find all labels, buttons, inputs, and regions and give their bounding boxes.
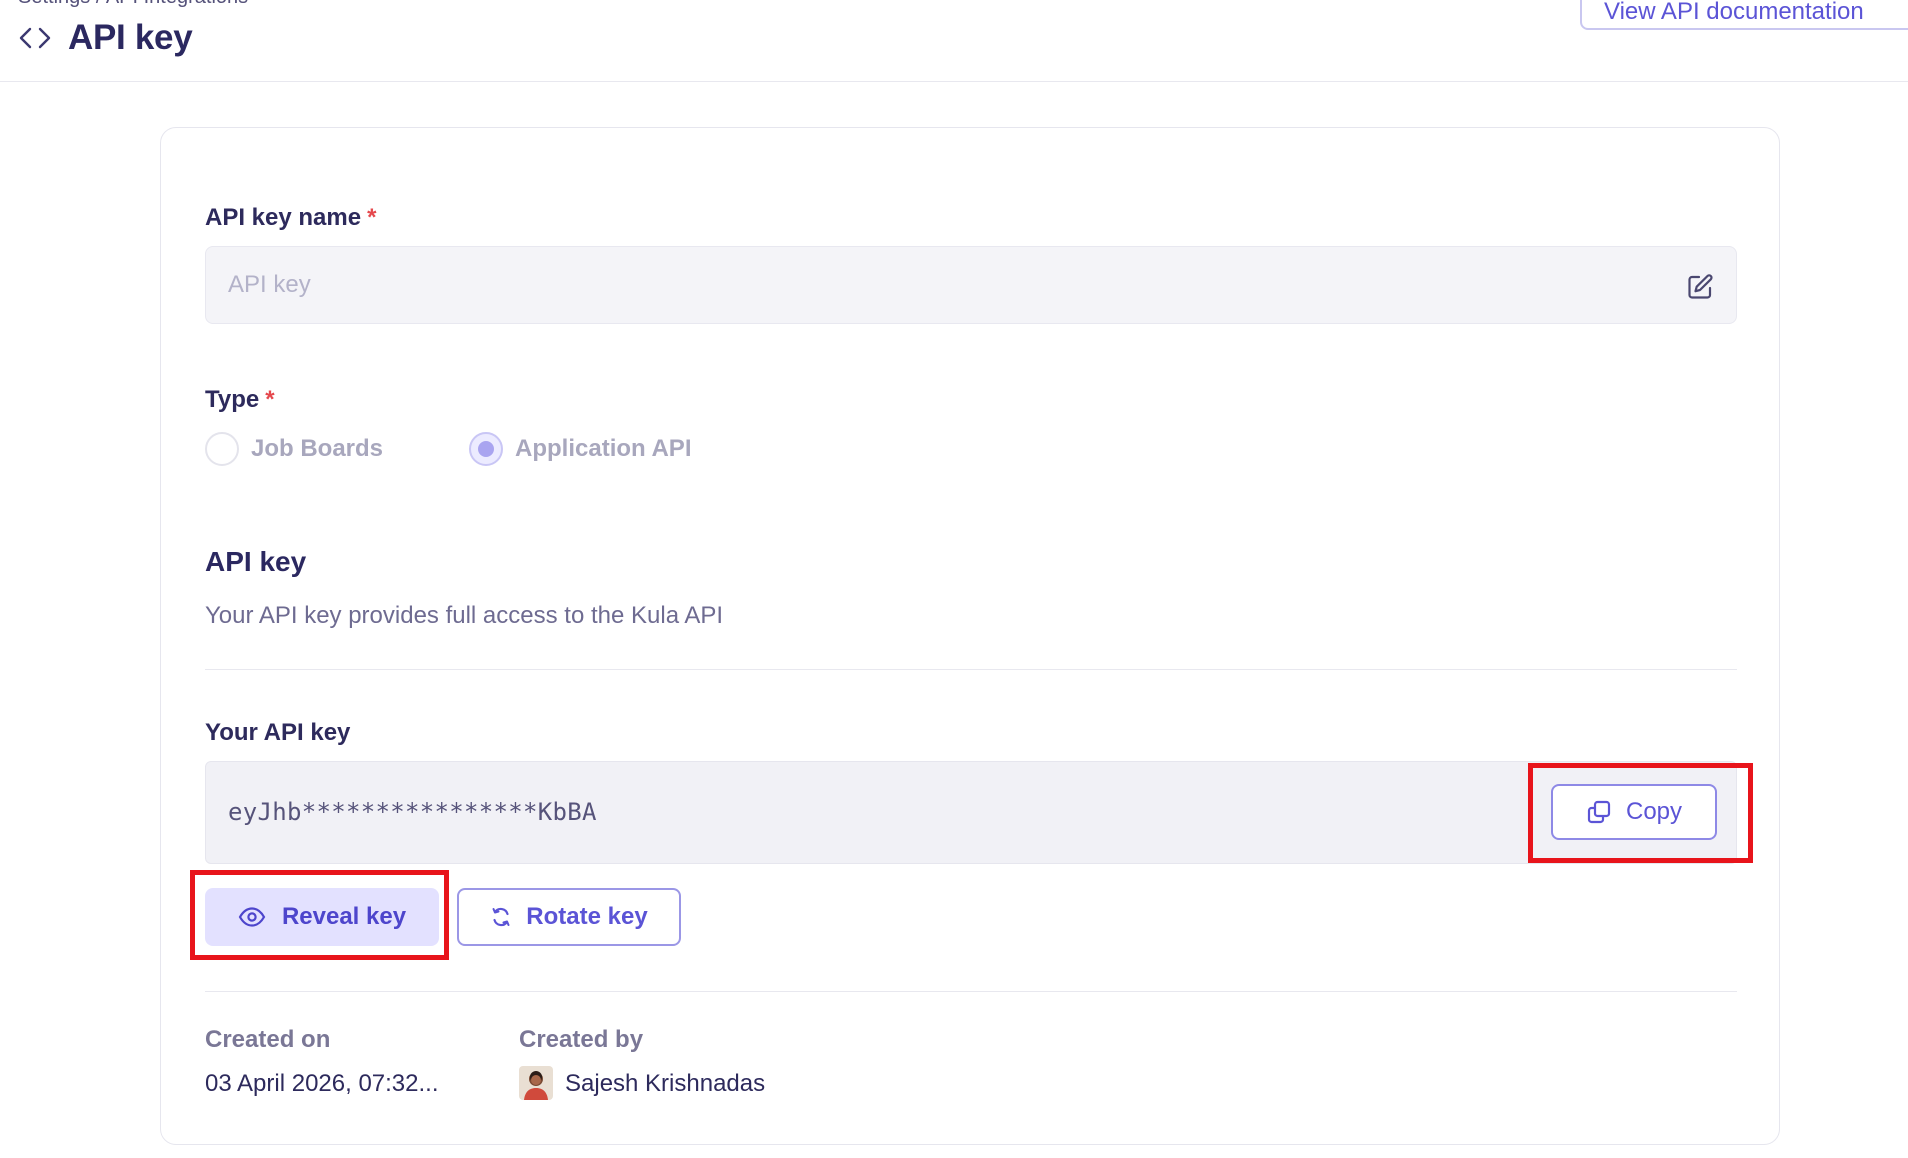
created-by-label: Created by — [519, 1026, 643, 1054]
api-key-name-field[interactable] — [205, 246, 1737, 324]
radio-label: Application API — [515, 435, 691, 463]
api-key-card: API key name* Type* Job Boards Applicati… — [160, 127, 1780, 1145]
view-api-documentation-button[interactable]: View API documentation — [1580, 0, 1908, 30]
highlight-reveal-key-button — [190, 870, 449, 960]
section-title: API key — [205, 546, 306, 578]
api-key-display: eyJhb****************KbBA Copy — [205, 761, 1737, 864]
created-on-value: 03 April 2026, 07:32... — [205, 1070, 439, 1098]
radio-label: Job Boards — [251, 435, 383, 463]
page-title: API key — [68, 18, 192, 58]
radio-application-api[interactable] — [469, 432, 503, 466]
highlight-copy-button — [1528, 763, 1753, 863]
type-label: Type* — [205, 386, 275, 414]
your-api-key-label: Your API key — [205, 719, 350, 747]
rotate-key-button[interactable]: Rotate key — [457, 888, 681, 946]
radio-option-application-api[interactable]: Application API — [469, 432, 691, 466]
type-label-text: Type — [205, 386, 259, 413]
required-asterisk: * — [367, 204, 376, 231]
page-header: API key — [18, 18, 192, 58]
api-key-name-input[interactable] — [206, 247, 1606, 323]
edit-icon[interactable] — [1686, 273, 1714, 301]
masked-api-key: eyJhb****************KbBA — [228, 798, 597, 826]
divider — [205, 991, 1737, 992]
section-description: Your API key provides full access to the… — [205, 602, 723, 630]
radio-job-boards[interactable] — [205, 432, 239, 466]
divider — [205, 669, 1737, 670]
api-key-name-label: API key name* — [205, 204, 376, 232]
breadcrumb[interactable]: Settings / API Integrations — [18, 0, 248, 9]
header-divider — [0, 81, 1908, 82]
type-radio-group: Job Boards Application API — [205, 432, 777, 466]
created-on-label: Created on — [205, 1026, 330, 1054]
api-key-name-label-text: API key name — [205, 204, 361, 231]
radio-option-job-boards[interactable]: Job Boards — [205, 432, 383, 466]
avatar — [519, 1066, 553, 1100]
code-icon — [18, 24, 54, 52]
required-asterisk: * — [265, 386, 274, 413]
created-by-value: Sajesh Krishnadas — [565, 1070, 765, 1098]
rotate-icon — [490, 906, 512, 928]
rotate-key-label: Rotate key — [526, 903, 647, 931]
